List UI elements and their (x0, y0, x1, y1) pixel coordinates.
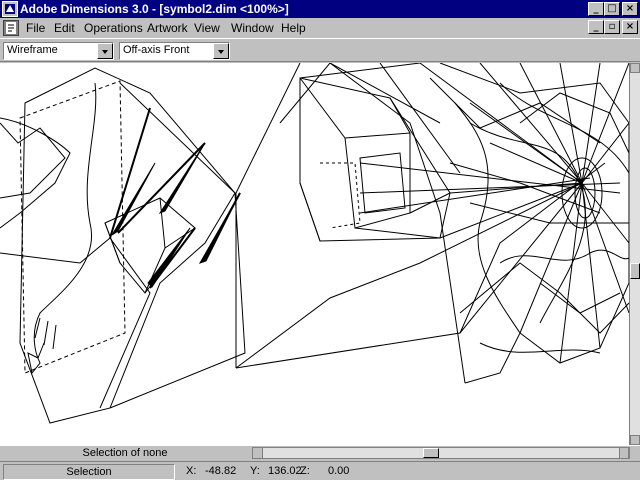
scroll-right-arrow[interactable] (619, 448, 629, 458)
menu-artwork[interactable]: Artwork (147, 21, 188, 35)
menu-operations[interactable]: Operations (84, 21, 143, 35)
horizontal-scrollbar[interactable] (252, 447, 630, 459)
render-mode-select[interactable]: Wireframe (3, 42, 114, 60)
current-tool: Selection (3, 464, 175, 480)
y-label: Y: (250, 465, 260, 477)
doc-restore-button[interactable]: ▫ (604, 20, 620, 34)
vertical-scroll-thumb[interactable] (630, 263, 640, 279)
scroll-down-arrow[interactable] (630, 435, 640, 445)
app-icon[interactable] (2, 1, 18, 17)
menu-view[interactable]: View (194, 21, 220, 35)
wireframe-artwork (0, 63, 629, 424)
status-bar: Selection X: -48.82 Y: 136.02 Z: 0.00 (0, 461, 640, 480)
chevron-down-icon[interactable] (97, 43, 113, 59)
title-bar: Adobe Dimensions 3.0 - [symbol2.dim <100… (0, 0, 640, 18)
chevron-down-icon[interactable] (213, 43, 229, 59)
maximize-button[interactable]: □ (604, 2, 620, 16)
toolbar: Wireframe Off-axis Front (0, 38, 640, 62)
minimize-button[interactable]: _ (588, 2, 604, 16)
y-value: 136.02 (268, 465, 302, 477)
menu-edit[interactable]: Edit (54, 21, 75, 35)
doc-minimize-button[interactable]: _ (588, 20, 604, 34)
menu-file[interactable]: File (26, 21, 45, 35)
menu-help[interactable]: Help (281, 21, 306, 35)
menu-window[interactable]: Window (231, 21, 274, 35)
menu-bar: File Edit Operations Artwork View Window… (0, 18, 640, 38)
view-mode-value: Off-axis Front (123, 44, 190, 56)
doc-close-button[interactable]: × (622, 20, 638, 34)
horizontal-scroll-thumb[interactable] (423, 448, 439, 458)
view-mode-select[interactable]: Off-axis Front (119, 42, 230, 60)
x-value: -48.82 (205, 465, 237, 477)
x-label: X: (186, 465, 197, 477)
artwork-canvas[interactable] (0, 63, 629, 445)
z-value: 0.00 (328, 465, 350, 477)
document-icon[interactable] (3, 20, 19, 36)
selection-info: Selection of none (82, 447, 168, 459)
scroll-up-arrow[interactable] (630, 63, 640, 73)
close-button[interactable]: × (622, 2, 638, 16)
vertical-scrollbar[interactable] (629, 63, 640, 445)
window-title: Adobe Dimensions 3.0 - [symbol2.dim <100… (20, 2, 289, 16)
z-label: Z: (300, 465, 310, 477)
render-mode-value: Wireframe (7, 44, 58, 56)
scroll-left-arrow[interactable] (253, 448, 263, 458)
